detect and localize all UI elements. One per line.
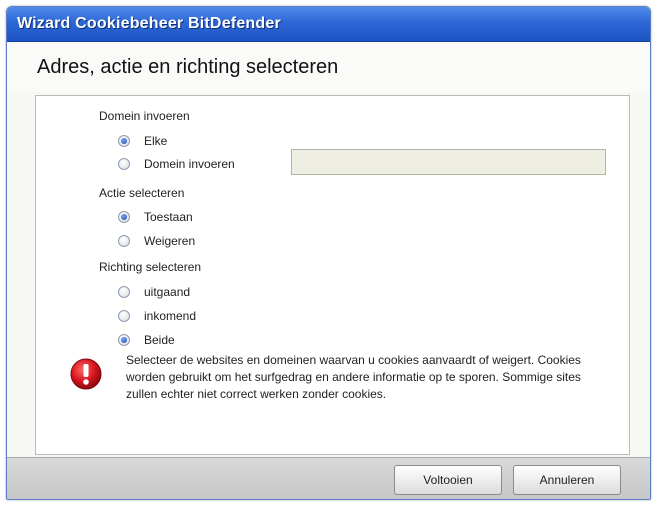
- radio-outgoing-label: uitgaand: [144, 285, 191, 299]
- wizard-header: Adres, actie en richting selecteren: [7, 42, 650, 92]
- radio-option-incoming[interactable]: inkomend: [118, 308, 196, 324]
- radio-option-allow[interactable]: Toestaan: [118, 209, 193, 225]
- radio-outgoing[interactable]: [118, 286, 130, 298]
- radio-any-label: Elke: [144, 134, 168, 148]
- radio-deny-label: Weigeren: [144, 234, 196, 248]
- radio-both[interactable]: [118, 334, 130, 346]
- radio-option-any[interactable]: Elke: [118, 133, 167, 149]
- radio-incoming[interactable]: [118, 310, 130, 322]
- button-bar: Voltooien Annuleren: [7, 457, 650, 499]
- finish-button[interactable]: Voltooien: [394, 465, 502, 495]
- radio-allow-label: Toestaan: [144, 210, 193, 224]
- content-panel: Domein invoeren Elke Domein invoeren Act…: [35, 95, 630, 455]
- radio-option-deny[interactable]: Weigeren: [118, 233, 195, 249]
- window-title: Wizard Cookiebeheer BitDefender: [17, 15, 281, 32]
- radio-any[interactable]: [118, 135, 130, 147]
- title-bar[interactable]: Wizard Cookiebeheer BitDefender: [7, 7, 650, 42]
- cancel-button[interactable]: Annuleren: [513, 465, 621, 495]
- radio-enter-domain-label: Domein invoeren: [144, 157, 235, 171]
- radio-both-label: Beide: [144, 333, 175, 347]
- radio-allow[interactable]: [118, 211, 130, 223]
- domain-input[interactable]: [291, 149, 606, 175]
- action-group-label: Actie selecteren: [99, 186, 185, 200]
- wizard-window: Wizard Cookiebeheer BitDefender Adres, a…: [6, 6, 651, 500]
- radio-option-enter-domain[interactable]: Domein invoeren: [118, 156, 235, 172]
- exclamation-icon: [70, 358, 102, 390]
- page-title: Adres, actie en richting selecteren: [37, 56, 339, 78]
- radio-option-both[interactable]: Beide: [118, 332, 175, 348]
- domain-group-label: Domein invoeren: [99, 109, 190, 123]
- radio-incoming-label: inkomend: [144, 309, 197, 323]
- radio-enter-domain[interactable]: [118, 158, 130, 170]
- direction-group-label: Richting selecteren: [99, 260, 202, 274]
- info-text: Selecteer de websites en domeinen waarva…: [126, 353, 581, 401]
- radio-deny[interactable]: [118, 235, 130, 247]
- radio-option-outgoing[interactable]: uitgaand: [118, 284, 190, 300]
